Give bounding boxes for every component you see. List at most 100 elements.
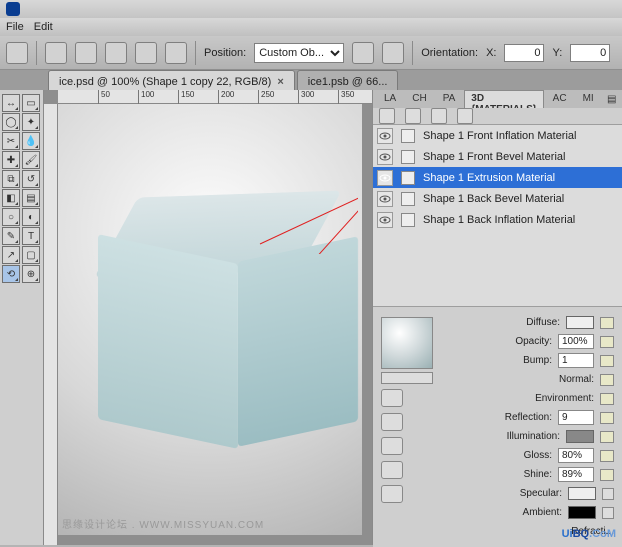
3d-camera-tool[interactable]: ⊕ — [22, 265, 40, 283]
bump-label: Bump: — [523, 355, 552, 366]
visibility-toggle[interactable] — [377, 212, 393, 228]
illumination-texture-icon[interactable] — [600, 431, 614, 443]
doc-tab-inactive[interactable]: ice1.psb @ 66... — [297, 70, 399, 90]
3d-mode-icon-5[interactable] — [165, 42, 187, 64]
marquee-tool[interactable]: ▭ — [22, 94, 40, 112]
filter-light-icon[interactable] — [457, 108, 473, 124]
normal-texture-icon[interactable] — [600, 374, 614, 386]
visibility-toggle[interactable] — [377, 191, 393, 207]
specular-label: Specular: — [520, 488, 562, 499]
subtool-2-icon[interactable] — [381, 413, 403, 431]
shine-input[interactable] — [558, 467, 594, 482]
3d-mode-icon-1[interactable] — [45, 42, 67, 64]
3d-mode-icon-2[interactable] — [75, 42, 97, 64]
document-tabs: ice.psd @ 100% (Shape 1 copy 22, RGB/8) … — [0, 70, 622, 90]
panel-tab-mini[interactable]: MI — [576, 90, 601, 108]
y-input[interactable] — [570, 44, 610, 62]
menu-edit[interactable]: Edit — [34, 21, 53, 33]
subtool-1-icon[interactable] — [381, 389, 403, 407]
subtool-4-icon[interactable] — [381, 461, 403, 479]
panel-tab-layers[interactable]: LA — [377, 90, 403, 108]
panel-menu-icon[interactable]: ▤ — [603, 90, 621, 108]
bump-texture-icon[interactable] — [600, 355, 614, 367]
material-swatch — [401, 129, 415, 143]
path-tool[interactable]: ↗ — [2, 246, 20, 264]
gradient-tool[interactable]: ▤ — [22, 189, 40, 207]
specular-color[interactable] — [568, 487, 596, 500]
reflection-input[interactable] — [558, 410, 594, 425]
pen-tool[interactable]: ✎ — [2, 227, 20, 245]
type-tool[interactable]: T — [22, 227, 40, 245]
material-name: Shape 1 Back Bevel Material — [423, 193, 564, 205]
wand-tool[interactable]: ✦ — [22, 113, 40, 131]
visibility-toggle[interactable] — [377, 149, 393, 165]
illumination-color[interactable] — [566, 430, 594, 443]
ambient-label: Ambient: — [523, 507, 562, 518]
lasso-tool[interactable]: ◯ — [2, 113, 20, 131]
panel-tab-channels[interactable]: CH — [405, 90, 433, 108]
panel-tab-paths[interactable]: PA — [436, 90, 463, 108]
gloss-label: Gloss: — [524, 450, 552, 461]
position-select[interactable]: Custom Ob... — [254, 43, 344, 63]
material-row[interactable]: Shape 1 Back Inflation Material — [373, 209, 622, 230]
stamp-tool[interactable]: ⧉ — [2, 170, 20, 188]
document-canvas[interactable]: 思缘设计论坛 . WWW.MISSYUAN.COM — [58, 104, 362, 535]
x-label: X: — [486, 47, 496, 59]
diffuse-texture-icon[interactable] — [600, 317, 614, 329]
save-preset-icon[interactable] — [352, 42, 374, 64]
y-label: Y: — [552, 47, 562, 59]
blur-tool[interactable]: ○ — [2, 208, 20, 226]
diffuse-color[interactable] — [566, 316, 594, 329]
reflection-texture-icon[interactable] — [600, 412, 614, 424]
material-row[interactable]: Shape 1 Back Bevel Material — [373, 188, 622, 209]
heal-tool[interactable]: ✚ — [2, 151, 20, 169]
opacity-texture-icon[interactable] — [600, 336, 614, 348]
gloss-input[interactable] — [558, 448, 594, 463]
specular-dropdown-icon[interactable] — [602, 488, 614, 500]
panel-tab-3d-materials[interactable]: 3D {MATERIALS} — [464, 90, 543, 108]
material-preview-sphere[interactable] — [381, 317, 433, 369]
dodge-tool[interactable]: ◐ — [22, 208, 40, 226]
panel-tab-actions[interactable]: AC — [546, 90, 574, 108]
crop-tool[interactable]: ✂ — [2, 132, 20, 150]
menu-file[interactable]: File — [6, 21, 24, 33]
filter-scene-icon[interactable] — [379, 108, 395, 124]
filter-material-icon[interactable] — [431, 108, 447, 124]
filter-mesh-icon[interactable] — [405, 108, 421, 124]
ruler-horizontal: 50 100 150 200 250 300 350 — [58, 90, 372, 104]
doc-tab-active[interactable]: ice.psd @ 100% (Shape 1 copy 22, RGB/8) … — [48, 70, 295, 90]
move-tool[interactable]: ↔ — [2, 94, 20, 112]
material-swatch — [401, 213, 415, 227]
material-row[interactable]: Shape 1 Front Inflation Material — [373, 125, 622, 146]
3d-object-icon[interactable] — [6, 42, 28, 64]
subtool-3-icon[interactable] — [381, 437, 403, 455]
visibility-toggle[interactable] — [377, 128, 393, 144]
material-row[interactable]: Shape 1 Front Bevel Material — [373, 146, 622, 167]
subtool-5-icon[interactable] — [381, 485, 403, 503]
ambient-dropdown-icon[interactable] — [602, 507, 614, 519]
eyedropper-tool[interactable]: 💧 — [22, 132, 40, 150]
opacity-input[interactable] — [558, 334, 594, 349]
bump-input[interactable] — [558, 353, 594, 368]
close-icon[interactable]: × — [277, 76, 283, 88]
visibility-toggle[interactable] — [377, 170, 393, 186]
opacity-label: Opacity: — [515, 336, 552, 347]
3d-mode-icon-3[interactable] — [105, 42, 127, 64]
panel-tabstrip: LA CH PA 3D {MATERIALS} AC MI ▤ — [373, 90, 622, 108]
material-preset-dropdown[interactable] — [381, 372, 433, 384]
eraser-tool[interactable]: ◧ — [2, 189, 20, 207]
environment-texture-icon[interactable] — [600, 393, 614, 405]
ruler-vertical — [44, 104, 58, 545]
history-brush-tool[interactable]: ↺ — [22, 170, 40, 188]
reflection-label: Reflection: — [505, 412, 552, 423]
shine-texture-icon[interactable] — [600, 469, 614, 481]
x-input[interactable] — [504, 44, 544, 62]
3d-rotate-tool[interactable]: ⟲ — [2, 265, 20, 283]
shape-tool[interactable]: ▢ — [22, 246, 40, 264]
delete-preset-icon[interactable] — [382, 42, 404, 64]
ambient-color[interactable] — [568, 506, 596, 519]
3d-mode-icon-4[interactable] — [135, 42, 157, 64]
brush-tool[interactable]: 🖌 — [22, 151, 40, 169]
gloss-texture-icon[interactable] — [600, 450, 614, 462]
material-row-selected[interactable]: Shape 1 Extrusion Material — [373, 167, 622, 188]
